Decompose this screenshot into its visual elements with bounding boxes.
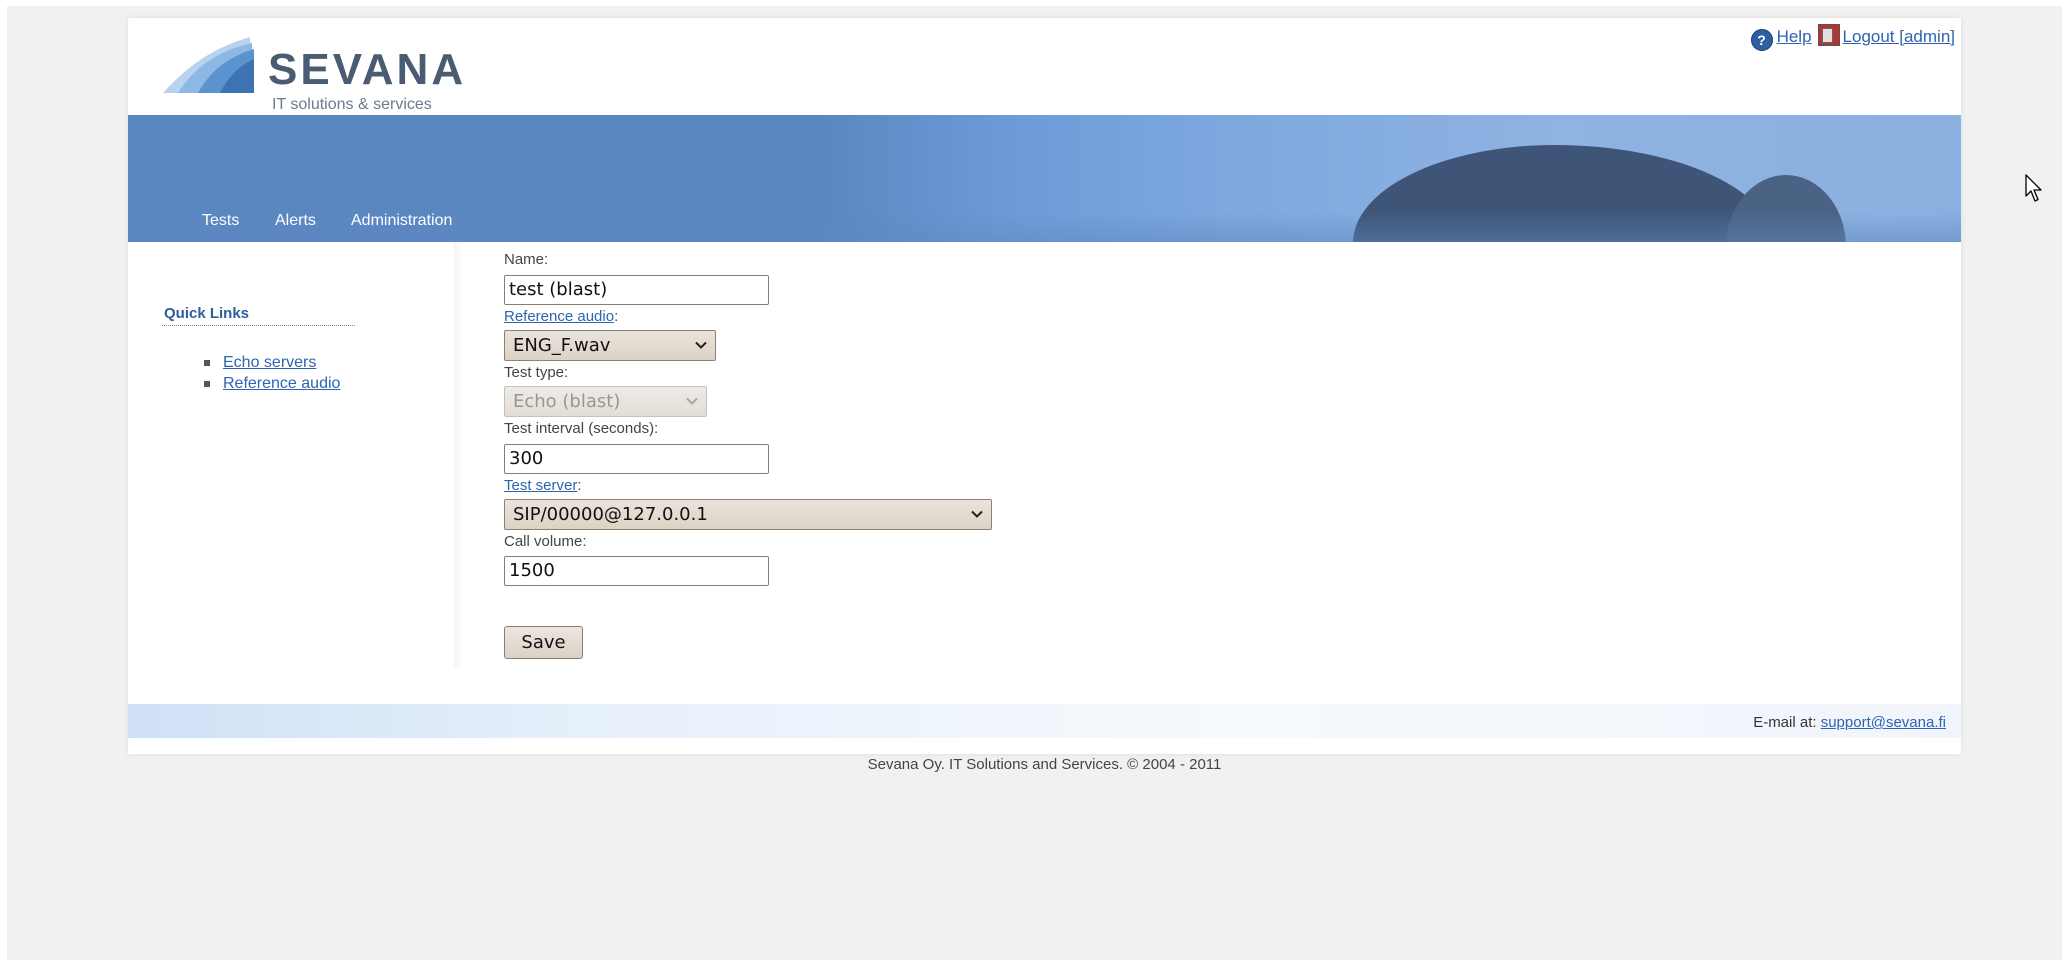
call-volume-label: Call volume: [504, 533, 587, 550]
quick-links-divider [162, 325, 355, 326]
sidebar-divider [454, 242, 462, 667]
sidebar: Quick Links Echo servers Reference audio [128, 242, 458, 678]
reference-audio-link[interactable]: Reference audio [504, 308, 614, 325]
copyright-text: Sevana Oy. IT Solutions and Services. © … [867, 756, 1222, 773]
test-server-select[interactable]: SIP/00000@127.0.0.1 [504, 499, 992, 530]
logout-link[interactable]: Logout [admin] [1843, 27, 1955, 46]
chevron-down-icon [686, 397, 698, 405]
test-type-value: Echo (blast) [513, 391, 621, 412]
test-interval-input[interactable]: 300 [504, 444, 769, 474]
name-input[interactable]: test (blast) [504, 275, 769, 305]
chevron-down-icon [971, 510, 983, 518]
quick-link-echo-servers[interactable]: Echo servers [223, 354, 316, 371]
test-server-link[interactable]: Test server [504, 477, 577, 494]
quick-link-item: Echo servers [204, 352, 340, 373]
quick-link-reference-audio[interactable]: Reference audio [223, 375, 340, 392]
test-interval-label: Test interval (seconds): [504, 420, 659, 437]
test-server-label: Test server: [504, 477, 582, 494]
test-type-label: Test type: [504, 364, 569, 381]
sevana-logo[interactable]: SEVANA IT solutions & services [158, 27, 488, 113]
logo-wave-icon [163, 37, 254, 93]
footer-bar: E-mail at: support@sevana.fi [128, 704, 1961, 738]
call-volume-input[interactable]: 1500 [504, 556, 769, 586]
logout-icon[interactable] [1817, 24, 1840, 46]
mouse-pointer-icon [2025, 174, 2042, 202]
bullet-icon [204, 381, 210, 387]
nav-tests[interactable]: Tests [202, 212, 239, 230]
footer-email-prefix: E-mail at: [1753, 714, 1821, 731]
quick-link-item: Reference audio [204, 373, 340, 394]
header: SEVANA IT solutions & services ? Help Logo… [128, 18, 1961, 115]
support-email-link[interactable]: support@sevana.fi [1821, 714, 1946, 731]
label-colon: : [614, 308, 619, 325]
save-button[interactable]: Save [504, 626, 583, 659]
reference-audio-label: Reference audio: [504, 308, 618, 325]
test-type-select: Echo (blast) [504, 386, 707, 417]
browser-viewport: SEVANA IT solutions & services ? Help Logo… [7, 6, 2062, 960]
logo-tagline: IT solutions & services [272, 96, 432, 113]
label-colon: : [577, 477, 582, 494]
reference-audio-select[interactable]: ENG_F.wav [504, 330, 716, 361]
reference-audio-value: ENG_F.wav [513, 335, 611, 356]
quick-links-list: Echo servers Reference audio [204, 352, 340, 394]
chevron-down-icon [695, 341, 707, 349]
bullet-icon [204, 360, 210, 366]
logo-wordmark: SEVANA [268, 45, 467, 94]
page-container: SEVANA IT solutions & services ? Help Logo… [128, 18, 1961, 773]
nav-alerts[interactable]: Alerts [275, 212, 316, 230]
help-link[interactable]: Help [1777, 27, 1812, 46]
help-icon[interactable]: ? [1750, 29, 1773, 51]
nav-administration[interactable]: Administration [351, 212, 452, 230]
name-label: Name: [504, 251, 549, 268]
test-server-value: SIP/00000@127.0.0.1 [513, 504, 708, 525]
quick-links-title: Quick Links [164, 305, 250, 322]
footer-email: E-mail at: support@sevana.fi [1753, 714, 1946, 731]
top-links: ? Help Logout [admin] [1750, 24, 1955, 51]
